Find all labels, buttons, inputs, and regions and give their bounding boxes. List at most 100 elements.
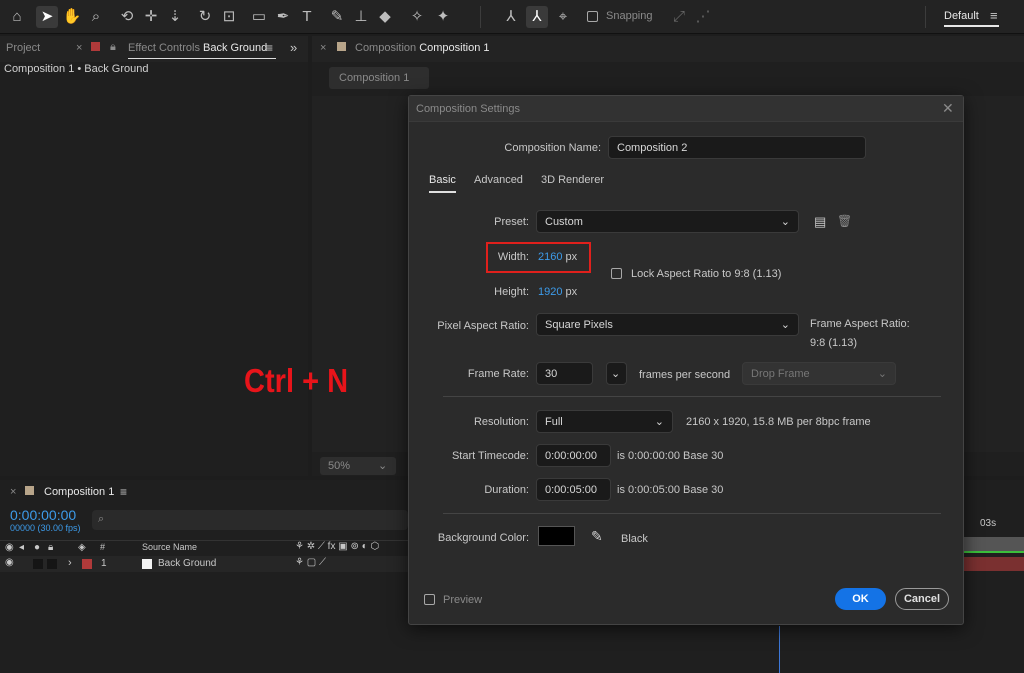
solid-layer-icon	[142, 559, 152, 569]
resolution-dropdown[interactable]: Full ⌄	[536, 410, 673, 433]
orbit-camera-icon[interactable]: ⟲	[116, 6, 138, 28]
audio-icon: ◂	[19, 542, 25, 553]
tab-effect-controls[interactable]: Effect Controls Back Ground	[128, 42, 276, 59]
trash-icon[interactable]: 🗑︎	[837, 214, 852, 228]
rectangle-tool-icon[interactable]: ▭	[248, 6, 270, 28]
label-color-swatch	[25, 486, 34, 495]
start-timecode-field[interactable]: 0:00:00:00	[536, 444, 611, 467]
toolbar-divider	[925, 6, 926, 28]
ok-button[interactable]: OK	[835, 588, 886, 610]
lock-toggle[interactable]	[47, 559, 57, 569]
tab-timeline[interactable]: Composition 1	[44, 486, 114, 498]
tab-project[interactable]: Project	[6, 42, 40, 54]
home-icon[interactable]: ⌂	[6, 6, 28, 28]
selection-tool-icon[interactable]: ➤	[36, 6, 58, 28]
frame-count: 00000 (30.00 fps)	[10, 523, 81, 533]
background-color-name: Black	[621, 533, 648, 545]
duration-label: Duration:	[484, 484, 529, 496]
start-timecode-info: is 0:00:00:00 Base 30	[617, 450, 724, 462]
workspace-menu-icon[interactable]: ≡	[990, 8, 998, 23]
composition-sub-tab[interactable]: Composition 1	[329, 67, 429, 89]
hand-tool-icon[interactable]: ✋	[61, 6, 83, 28]
time-ruler-label: 03s	[980, 518, 997, 529]
table-row[interactable]: ◉ › 1 Back Ground ⚘ ▢ ⟋	[0, 556, 408, 572]
pen-tool-icon[interactable]: ✒	[272, 6, 294, 28]
timeline-search-input[interactable]: ⌕	[92, 510, 408, 530]
preview-checkbox[interactable]	[424, 594, 435, 605]
duration-field[interactable]: 0:00:05:00	[536, 478, 611, 501]
tab-advanced[interactable]: Advanced	[474, 174, 523, 186]
composition-panel-header: × Composition Composition 1	[312, 36, 1024, 62]
height-label: Height:	[494, 286, 529, 298]
layer-column-headers: ◉ ◂ ● 🔒︎ ◈ # Source Name ⚘ ✲ ⟋ fx ▣ ⊚ ◐ …	[0, 540, 408, 556]
type-tool-icon[interactable]: T	[296, 6, 318, 28]
frame-rate-field[interactable]: 30	[536, 362, 593, 385]
visibility-eye-icon[interactable]: ◉	[5, 557, 14, 568]
lock-aspect-checkbox[interactable]	[611, 268, 622, 279]
expand-chevron-icon[interactable]: ›	[68, 557, 72, 569]
dolly-camera-icon[interactable]: ⇣	[164, 6, 186, 28]
eraser-tool-icon[interactable]: ◆	[374, 6, 396, 28]
tab-composition[interactable]: Composition Composition 1	[355, 42, 490, 54]
close-icon[interactable]: ×	[76, 42, 82, 54]
save-preset-icon[interactable]: ▤	[814, 214, 826, 230]
clone-stamp-icon[interactable]: ⊥	[350, 6, 372, 28]
background-color-swatch[interactable]	[538, 526, 575, 546]
height-field[interactable]: 1920 px	[538, 286, 577, 298]
frame-aspect-ratio-value: 9:8 (1.13)	[810, 337, 858, 349]
pan-behind-icon[interactable]: ⊡	[218, 6, 240, 28]
fps-label: frames per second	[639, 369, 731, 381]
chevron-down-icon: ⌄	[877, 368, 887, 380]
layer-name[interactable]: Back Ground	[158, 558, 216, 569]
roto-brush-icon[interactable]: ✧	[406, 6, 428, 28]
expand-panels-icon[interactable]: »	[290, 40, 297, 55]
width-label: Width:	[497, 251, 529, 263]
pan-camera-icon[interactable]: ✛	[140, 6, 162, 28]
cancel-button[interactable]: Cancel	[895, 588, 949, 610]
zoom-dropdown[interactable]: 50% ⌄	[320, 457, 396, 475]
switches-icons: ⚘ ✲ ⟋ fx ▣ ⊚ ◐ ⬡	[295, 541, 380, 552]
playhead-line[interactable]	[779, 626, 780, 673]
tab-3d-renderer[interactable]: 3D Renderer	[541, 174, 604, 186]
pixel-aspect-ratio-dropdown[interactable]: Square Pixels ⌄	[536, 313, 799, 336]
tab-basic[interactable]: Basic	[429, 174, 456, 193]
layer-number: 1	[101, 558, 107, 569]
solo-icon: ●	[34, 542, 41, 553]
chevron-down-icon: ⌄	[780, 319, 790, 331]
axis-world-icon[interactable]: ⅄	[526, 6, 548, 28]
chevron-down-icon: ⌄	[780, 216, 790, 228]
project-panel: Project × 🔒︎ Effect Controls Back Ground…	[0, 36, 308, 476]
eyedropper-icon[interactable]: ✎	[591, 528, 603, 545]
close-icon[interactable]: ×	[320, 42, 326, 54]
snap-edges-icon[interactable]: ⤢	[668, 6, 690, 28]
brush-tool-icon[interactable]: ✎	[326, 6, 348, 28]
composition-name-label: Composition Name:	[504, 142, 601, 154]
layer-duration-bar[interactable]	[964, 557, 1024, 571]
close-icon[interactable]: ✕	[942, 100, 954, 117]
panel-menu-icon[interactable]: ≡	[266, 41, 273, 55]
frame-rate-label: Frame Rate:	[467, 368, 529, 380]
dialog-title-bar: Composition Settings ✕	[409, 96, 963, 122]
axis-view-icon[interactable]: ⌖	[552, 6, 574, 28]
eye-icon: ◉	[5, 542, 14, 553]
axis-local-icon[interactable]: ⅄	[500, 6, 522, 28]
frame-rate-dropdown[interactable]: ⌄	[606, 362, 627, 385]
rotate-tool-icon[interactable]: ↻	[194, 6, 216, 28]
lock-icon[interactable]: 🔒︎	[110, 41, 116, 54]
preset-dropdown[interactable]: Custom ⌄	[536, 210, 799, 233]
close-icon[interactable]: ×	[10, 486, 16, 498]
snap-grid-icon[interactable]: ⋰	[692, 6, 714, 28]
snapping-label: Snapping	[606, 10, 653, 22]
puppet-pin-icon[interactable]: ✦	[432, 6, 454, 28]
toolbar-divider	[480, 6, 481, 28]
zoom-tool-icon[interactable]: ⌕	[85, 6, 107, 28]
panel-menu-icon[interactable]: ≡	[120, 485, 127, 499]
drop-frame-dropdown: Drop Frame ⌄	[742, 362, 896, 385]
composition-name-field[interactable]: Composition 2	[608, 136, 866, 159]
snapping-checkbox[interactable]	[587, 11, 598, 22]
audio-toggle[interactable]	[33, 559, 43, 569]
chevron-down-icon: ⌄	[654, 416, 664, 428]
layer-label-color[interactable]	[82, 559, 92, 569]
width-field[interactable]: 2160 px	[538, 251, 577, 263]
current-timecode[interactable]: 0:00:00:00	[10, 507, 76, 523]
